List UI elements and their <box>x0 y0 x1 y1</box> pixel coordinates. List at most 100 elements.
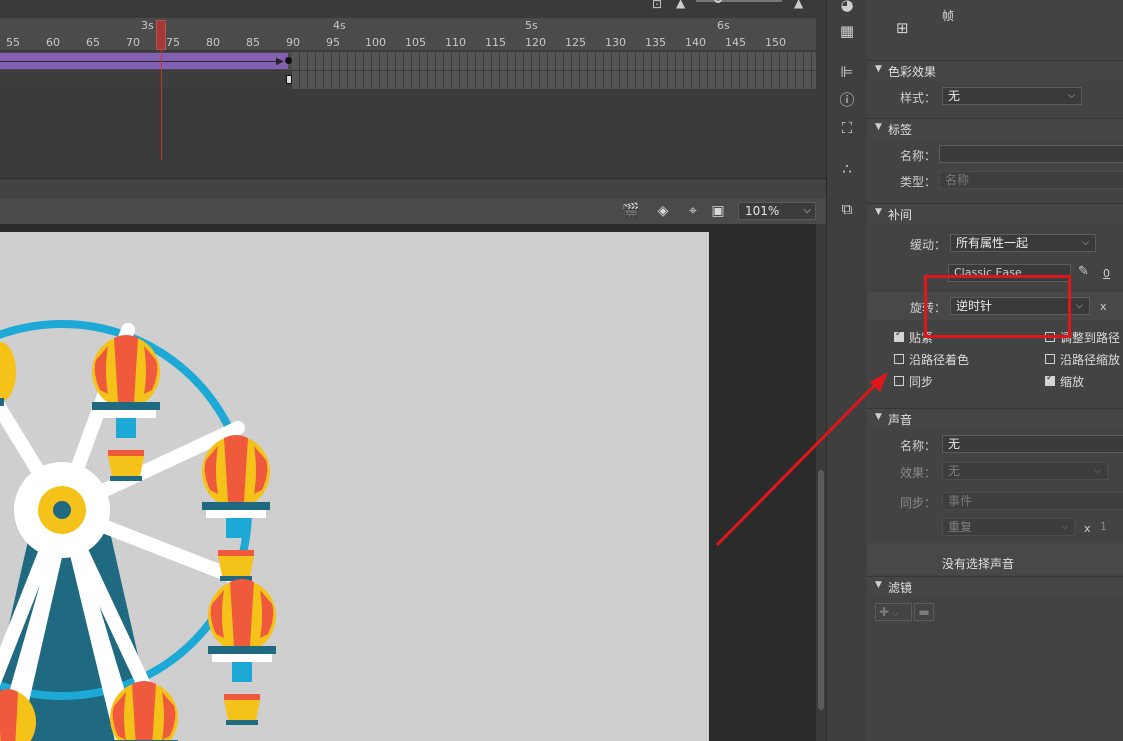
repeat-times-sep: x <box>1084 522 1091 535</box>
frame-name-input[interactable] <box>939 145 1123 163</box>
checkbox-label: 同步 <box>909 375 934 389</box>
timeline-top-controls: ⊡ ▲ ▲ <box>650 0 820 14</box>
add-filter-button[interactable]: ✚ ⌵ <box>875 603 912 621</box>
ruler-second-label: 4s <box>333 19 346 32</box>
plus-icon: ✚ <box>879 605 890 619</box>
timeline-layer-row[interactable] <box>0 71 816 89</box>
swatches-icon[interactable]: ▦ <box>838 22 856 40</box>
ruler-frame-label: 115 <box>485 36 506 49</box>
checkbox-label: 缩放 <box>1060 375 1085 389</box>
ease-label: 缓动： <box>909 238 946 252</box>
collapse-triangle-icon: ▼ <box>875 207 882 217</box>
keyframe[interactable] <box>285 57 292 64</box>
style-label: 样式： <box>899 91 936 105</box>
ruler-frame-label: 135 <box>645 36 666 49</box>
ruler-frame-label: 60 <box>46 36 60 49</box>
checkbox-label: 沿路径缩放 <box>1060 353 1121 367</box>
ruler-frame-label: 65 <box>86 36 100 49</box>
align-icon[interactable]: ⊫ <box>838 63 856 81</box>
gondola <box>202 435 270 581</box>
zoom-dropdown[interactable]: 101% ⌵ <box>738 202 816 220</box>
sound-effect-value: 无 <box>948 464 961 478</box>
ruler-frame-label: 125 <box>565 36 586 49</box>
library-icon[interactable]: ⧉ <box>838 200 856 218</box>
ruler-frame-label: 100 <box>365 36 386 49</box>
frame-size-slider-handle[interactable] <box>714 0 722 3</box>
center-stage-icon[interactable]: ⌖ <box>684 202 702 220</box>
sound-sync-dropdown[interactable]: 事件 <box>942 492 1123 510</box>
frame-icon: ⊞ <box>896 19 909 37</box>
sound-repeat-value: 重复 <box>948 520 973 534</box>
fit-icon[interactable]: ⊡ <box>652 0 662 11</box>
sound-effect-dropdown[interactable]: 无 ⌵ <box>942 462 1108 480</box>
scale-along-path-checkbox[interactable] <box>1045 354 1055 364</box>
small-frames-icon[interactable]: ▲ <box>676 0 685 10</box>
gondola <box>0 342 16 406</box>
ease-amount[interactable]: 0 <box>1103 267 1110 280</box>
ruler-second-label: 6s <box>717 19 730 32</box>
minus-icon: ▬ <box>918 605 930 619</box>
playhead-handle[interactable] <box>156 20 166 50</box>
ruler-frame-label: 85 <box>246 36 260 49</box>
section-tween[interactable]: ▼ 补间 <box>867 203 1123 224</box>
zoom-value: 101% <box>745 204 780 218</box>
repeat-count[interactable]: 1 <box>1100 520 1107 533</box>
annotation-arrow <box>715 372 888 547</box>
stage-canvas[interactable] <box>0 232 709 741</box>
checkbox-label: 沿路径着色 <box>909 353 970 367</box>
transform-icon[interactable]: ⛶ <box>838 119 856 137</box>
snap-checkbox[interactable] <box>894 329 904 342</box>
edit-symbols-icon[interactable]: ◈ <box>654 202 672 220</box>
frame-cells[interactable] <box>292 52 816 70</box>
section-title: 标签 <box>888 123 913 137</box>
chevron-down-icon: ⌵ <box>1061 522 1068 532</box>
frame-size-slider[interactable] <box>696 0 782 2</box>
remove-filter-button[interactable]: ▬ <box>914 603 934 621</box>
ease-value: 所有属性一起 <box>956 236 1029 250</box>
section-color-effect[interactable]: ▼ 色彩效果 <box>867 60 1123 81</box>
ruler-frame-label: 75 <box>166 36 180 49</box>
large-frames-icon[interactable]: ▲ <box>794 0 803 10</box>
palette-icon[interactable]: ◕ <box>838 0 856 14</box>
edit-ease-pencil-icon[interactable]: ✎ <box>1078 264 1089 279</box>
clapper-icon[interactable]: 🎬 <box>622 202 640 220</box>
clip-content-icon[interactable]: ▣ <box>709 202 727 220</box>
gondola <box>208 579 276 725</box>
chevron-down-icon: ⌵ <box>803 205 811 216</box>
ruler-frame-label: 145 <box>725 36 746 49</box>
frame-cells[interactable] <box>292 71 816 89</box>
playhead-line <box>161 48 162 160</box>
sound-name-dropdown[interactable]: 无 <box>942 435 1123 453</box>
ruler-frame-label: 150 <box>765 36 786 49</box>
ruler-frame-label: 90 <box>286 36 300 49</box>
ferris-wheel-artwork <box>0 320 276 741</box>
name-label: 名称： <box>899 149 936 163</box>
collapse-triangle-icon: ▼ <box>875 122 882 132</box>
type-label: 类型： <box>899 175 936 189</box>
ruler-frame-label: 95 <box>326 36 340 49</box>
section-filters[interactable]: ▼ 滤镜 <box>867 576 1123 597</box>
no-sound-message: 没有选择声音 <box>942 557 1015 571</box>
color-style-dropdown[interactable]: 无 ⌵ <box>942 87 1082 105</box>
ease-dropdown[interactable]: 所有属性一起 ⌵ <box>950 234 1096 252</box>
ruler-frame-label: 70 <box>126 36 140 49</box>
ferris-wheel-hub-center <box>53 501 71 519</box>
ruler-second-label: 5s <box>525 19 538 32</box>
section-sound[interactable]: ▼ 声音 <box>867 408 1123 429</box>
chevron-down-icon: ⌵ <box>1082 238 1089 248</box>
sound-repeat-dropdown[interactable]: 重复 ⌵ <box>942 518 1075 536</box>
collapse-triangle-icon: ▼ <box>875 64 882 74</box>
timeline-footer <box>0 160 826 179</box>
section-label[interactable]: ▼ 标签 <box>867 118 1123 139</box>
tween-arrow-line <box>0 61 282 62</box>
motion-presets-icon[interactable]: ∴ <box>838 160 856 178</box>
label-type-dropdown[interactable]: 名称 <box>939 171 1123 189</box>
empty-keyframe[interactable] <box>286 75 292 84</box>
timeline-ruler[interactable]: 3s 4s 5s 6s 55 60 65 70 75 80 85 90 95 1… <box>0 18 816 50</box>
section-title: 滤镜 <box>888 581 913 595</box>
frame-label: 帧 <box>942 9 955 23</box>
chevron-down-icon: ⌵ <box>1076 301 1083 311</box>
info-icon[interactable]: ⓘ <box>838 91 856 109</box>
scale-checkbox[interactable] <box>1045 373 1055 386</box>
color-style-value: 无 <box>948 89 961 103</box>
